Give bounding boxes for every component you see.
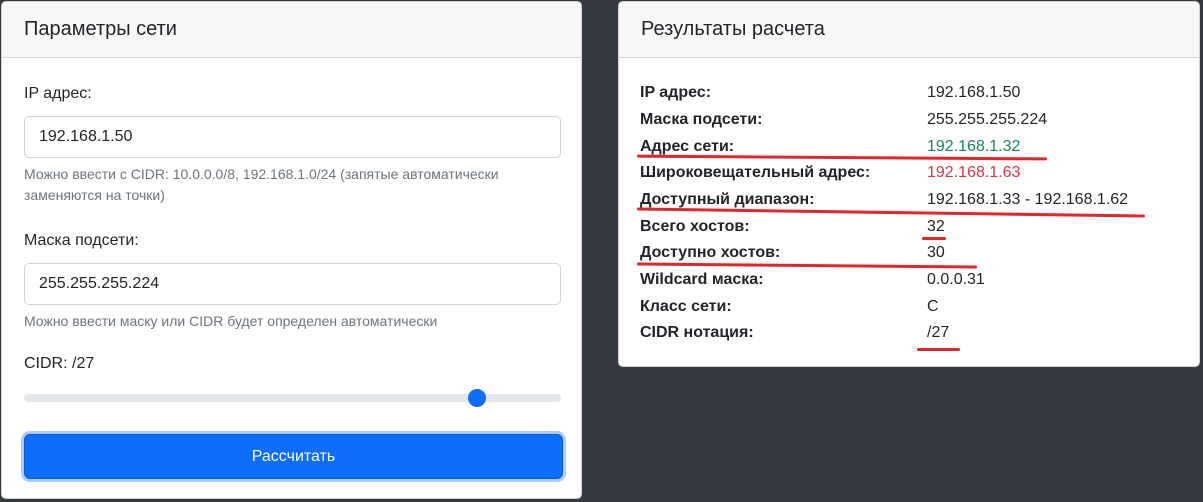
ip-help-text: Можно ввести с CIDR: 10.0.0.0/8, 192.168…: [24, 166, 499, 203]
result-key-network: Адрес сети:: [640, 138, 735, 155]
result-row-class: Класс сети: C: [640, 298, 1180, 324]
ip-input[interactable]: [24, 116, 561, 158]
result-value-range: 192.168.1.33 - 192.168.1.62: [927, 191, 1129, 208]
result-value-usable-hosts: 30: [927, 244, 945, 261]
result-key-class: Класс сети:: [640, 298, 732, 315]
result-row-wildcard: Wildcard маска: 0.0.0.31: [640, 271, 1180, 297]
result-value-network: 192.168.1.32: [927, 138, 1021, 155]
calculate-button[interactable]: Рассчитать: [24, 434, 563, 479]
mask-help-text: Можно ввести маску или CIDR будет опреде…: [24, 313, 438, 329]
result-row-total-hosts: Всего хостов: 32: [640, 218, 1180, 244]
results-header: Результаты расчета: [619, 2, 1199, 58]
result-key-total-hosts: Всего хостов:: [640, 218, 750, 235]
result-row-mask: Маска подсети: 255.255.255.224: [640, 111, 1180, 137]
result-key-wildcard: Wildcard маска:: [640, 271, 764, 288]
network-params-title: Параметры сети: [24, 18, 177, 40]
result-key-mask: Маска подсети:: [640, 111, 763, 128]
cidr-slider-thumb[interactable]: [468, 389, 487, 407]
result-key-broadcast: Широковещательный адрес:: [640, 164, 871, 181]
result-key-ip: IP адрес:: [640, 84, 712, 101]
result-value-total-hosts: 32: [927, 218, 945, 235]
annotation-underline-cidr: [917, 348, 960, 351]
results-card: Результаты расчета IP адрес: 192.168.1.5…: [618, 1, 1200, 367]
mask-input[interactable]: [24, 263, 561, 305]
result-value-ip: 192.168.1.50: [927, 84, 1021, 101]
annotation-underline-total-hosts: [922, 237, 946, 240]
result-row-broadcast: Широковещательный адрес: 192.168.1.63: [640, 164, 1180, 190]
result-row-ip: IP адрес: 192.168.1.50: [640, 84, 1180, 110]
result-key-range: Доступный диапазон:: [640, 191, 815, 208]
result-value-class: C: [927, 298, 939, 315]
result-value-mask: 255.255.255.224: [927, 111, 1048, 128]
ip-label: IP адрес:: [24, 85, 92, 102]
result-key-usable-hosts: Доступно хостов:: [640, 244, 781, 261]
result-value-cidr: /27: [927, 324, 950, 341]
cidr-slider[interactable]: [24, 389, 561, 407]
network-params-card: Параметры сети IP адрес: Можно ввести с …: [1, 1, 582, 499]
result-key-cidr: CIDR нотация:: [640, 324, 754, 341]
result-row-network: Адрес сети: 192.168.1.32: [640, 138, 1180, 164]
result-row-cidr: CIDR нотация: /27: [640, 324, 1180, 350]
network-params-header: Параметры сети: [2, 2, 581, 58]
results-title: Результаты расчета: [641, 18, 825, 40]
result-value-wildcard: 0.0.0.31: [927, 271, 985, 288]
cidr-label: CIDR: /27: [24, 355, 95, 372]
result-value-broadcast: 192.168.1.63: [927, 164, 1021, 181]
mask-label: Маска подсети:: [24, 232, 139, 249]
